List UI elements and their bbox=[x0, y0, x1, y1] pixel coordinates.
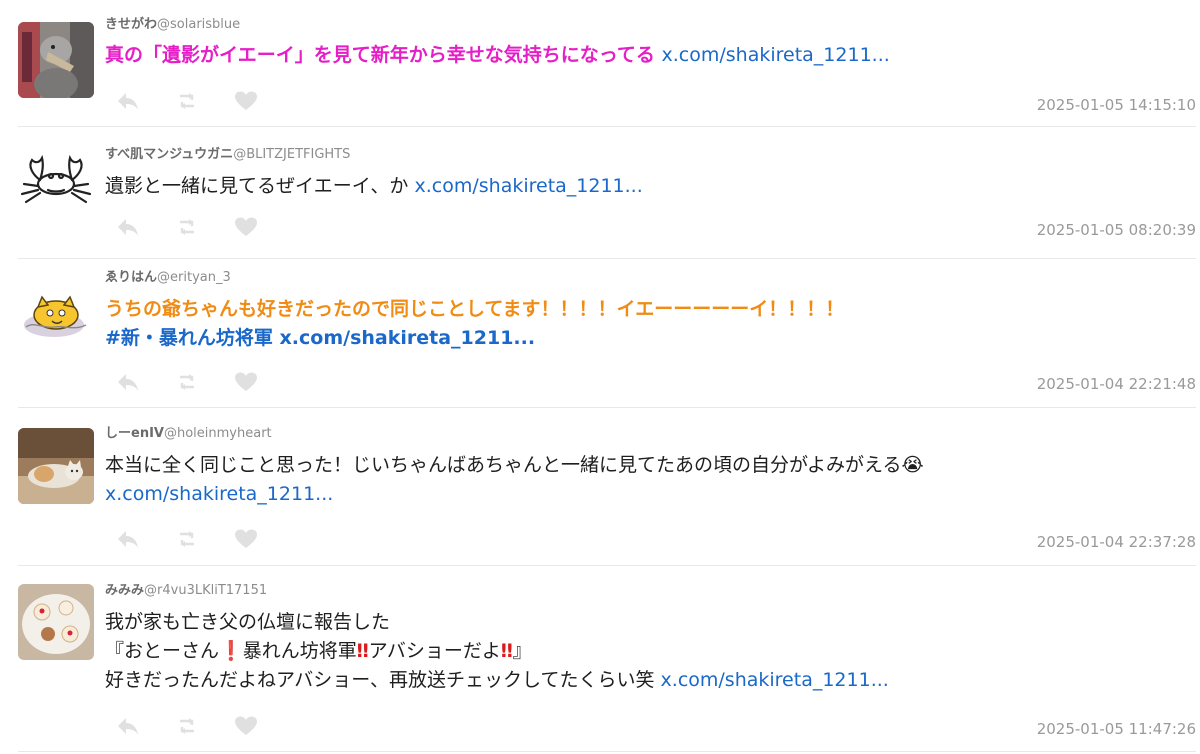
quote-middle: アバショーだよ bbox=[368, 640, 501, 662]
reply-button[interactable] bbox=[116, 715, 140, 737]
reply-button[interactable] bbox=[116, 90, 140, 112]
tweet-text: 本当に全く同じこと思った！じいちゃんばあちゃんと一緒に見てたあの頃の自分がよみが… bbox=[105, 451, 1192, 509]
heart-icon bbox=[235, 372, 258, 391]
tweet-actions bbox=[116, 715, 288, 737]
author-handle[interactable]: @r4vu3LKliT17151 bbox=[144, 583, 267, 598]
reply-button[interactable] bbox=[116, 371, 140, 393]
heart-icon bbox=[235, 529, 258, 548]
quote-end: 』 bbox=[512, 640, 532, 662]
like-button[interactable] bbox=[234, 528, 258, 550]
tweet-actions bbox=[116, 216, 288, 238]
reply-icon bbox=[118, 718, 138, 735]
tweet-item: きせがわ@solarisblue 真の「遺影がイエーイ」を見て新年から幸せな気持… bbox=[18, 14, 1196, 127]
author-handle[interactable]: @BLITZJETFIGHTS bbox=[233, 147, 350, 162]
exclamation-icon: ❗ bbox=[219, 640, 243, 662]
crying-emoji-icon: 😭 bbox=[901, 454, 924, 476]
tweet-body: 真の「遺影がイエーイ」を見て新年から幸せな気持ちになってる bbox=[105, 44, 655, 66]
author-meta: きせがわ@solarisblue bbox=[105, 17, 1192, 33]
reply-button[interactable] bbox=[116, 216, 140, 238]
like-button[interactable] bbox=[234, 90, 258, 112]
tweet-feed: きせがわ@solarisblue 真の「遺影がイエーイ」を見て新年から幸せな気持… bbox=[0, 0, 1200, 754]
retweet-icon bbox=[180, 718, 195, 734]
hashtag-link[interactable]: #新・暴れん坊将軍 bbox=[105, 327, 273, 349]
tweet-body: うちの爺ちゃんも好きだったので同じことしてます！！！！イエーーーーーイ！！！！ bbox=[105, 298, 845, 320]
author-name[interactable]: しーenIV bbox=[105, 426, 164, 441]
avatar-cat-photo bbox=[18, 428, 94, 504]
avatar-cat-illustration bbox=[18, 279, 94, 355]
double-exclamation-icon: ‼ bbox=[500, 640, 513, 662]
heart-icon bbox=[235, 91, 258, 110]
author-name[interactable]: みみみ bbox=[105, 583, 144, 598]
avatar[interactable] bbox=[18, 279, 94, 355]
heart-icon bbox=[235, 217, 258, 236]
retweet-button[interactable] bbox=[175, 216, 199, 238]
like-button[interactable] bbox=[234, 715, 258, 737]
tweet-actions bbox=[116, 528, 288, 550]
avatar[interactable] bbox=[18, 22, 94, 98]
author-handle[interactable]: @erityan_3 bbox=[157, 270, 231, 285]
double-exclamation-icon: ‼ bbox=[356, 640, 369, 662]
retweet-icon bbox=[180, 374, 195, 390]
author-meta: みみみ@r4vu3LKliT17151 bbox=[105, 583, 1192, 599]
tweet-line-1: 我が家も亡き父の仏壇に報告した bbox=[105, 611, 391, 633]
avatar-crab-image bbox=[18, 144, 94, 220]
tweet-actions bbox=[116, 371, 288, 393]
avatar[interactable] bbox=[18, 584, 94, 660]
tweet-link[interactable]: x.com/shakireta_1211... bbox=[280, 327, 536, 349]
timestamp[interactable]: 2025-01-05 08:20:39 bbox=[1037, 221, 1196, 239]
retweet-icon bbox=[180, 531, 195, 547]
avatar[interactable] bbox=[18, 144, 94, 220]
reply-button[interactable] bbox=[116, 528, 140, 550]
like-button[interactable] bbox=[234, 371, 258, 393]
author-handle[interactable]: @holeinmyheart bbox=[164, 426, 272, 441]
tweet-body: 遺影と一緒に見てるぜイエーイ、か bbox=[105, 175, 409, 197]
tweet-item: みみみ@r4vu3LKliT17151 我が家も亡き父の仏壇に報告した 『おとー… bbox=[18, 566, 1196, 752]
author-handle[interactable]: @solarisblue bbox=[157, 17, 240, 32]
tweet-link[interactable]: x.com/shakireta_1211... bbox=[662, 44, 890, 66]
tweet-link[interactable]: x.com/shakireta_1211... bbox=[661, 669, 889, 691]
reply-icon bbox=[118, 93, 138, 110]
author-meta: すべ肌マンジュウガニ@BLITZJETFIGHTS bbox=[105, 147, 1192, 163]
reply-icon bbox=[118, 531, 138, 548]
retweet-button[interactable] bbox=[175, 90, 199, 112]
timestamp[interactable]: 2025-01-05 11:47:26 bbox=[1037, 720, 1196, 738]
tweet-text: 真の「遺影がイエーイ」を見て新年から幸せな気持ちになってる x.com/shak… bbox=[105, 41, 1192, 70]
tweet-actions bbox=[116, 90, 288, 112]
author-name[interactable]: ゑりはん bbox=[105, 270, 157, 285]
author-name[interactable]: すべ肌マンジュウガニ bbox=[105, 147, 233, 162]
reply-icon bbox=[118, 374, 138, 391]
tweet-text: 我が家も亡き父の仏壇に報告した 『おとーさん❗暴れん坊将軍‼アバショーだよ‼』 … bbox=[105, 608, 1192, 695]
tweet-text: うちの爺ちゃんも好きだったので同じことしてます！！！！イエーーーーーイ！！！！ … bbox=[105, 295, 1192, 353]
tweet-text: 遺影と一緒に見てるぜイエーイ、か x.com/shakireta_1211... bbox=[105, 172, 1192, 201]
tweet-item: すべ肌マンジュウガニ@BLITZJETFIGHTS 遺影と一緒に見てるぜイエーイ… bbox=[18, 127, 1196, 259]
tweet-body: 本当に全く同じこと思った！じいちゃんばあちゃんと一緒に見てたあの頃の自分がよみが… bbox=[105, 454, 902, 476]
tweet-link[interactable]: x.com/shakireta_1211... bbox=[414, 175, 642, 197]
retweet-button[interactable] bbox=[175, 715, 199, 737]
author-meta: しーenIV@holeinmyheart bbox=[105, 426, 1192, 442]
author-meta: ゑりはん@erityan_3 bbox=[105, 270, 1192, 286]
avatar[interactable] bbox=[18, 428, 94, 504]
tweet-line-3: 好きだったんだよねアバショー、再放送チェックしてたくらい笑 bbox=[105, 669, 655, 691]
quote-start: 『おとーさん bbox=[105, 640, 220, 662]
tweet-line-2: 『おとーさん❗暴れん坊将軍‼アバショーだよ‼』 bbox=[105, 640, 532, 662]
reply-icon bbox=[118, 219, 138, 236]
retweet-icon bbox=[180, 93, 195, 109]
like-button[interactable] bbox=[234, 216, 258, 238]
retweet-icon bbox=[180, 219, 195, 235]
tweet-item: ゑりはん@erityan_3 うちの爺ちゃんも好きだったので同じことしてます！！… bbox=[18, 259, 1196, 408]
retweet-button[interactable] bbox=[175, 371, 199, 393]
author-name[interactable]: きせがわ bbox=[105, 17, 157, 32]
avatar-sweets-photo bbox=[18, 584, 94, 660]
tweet-item: しーenIV@holeinmyheart 本当に全く同じこと思った！じいちゃんば… bbox=[18, 408, 1196, 566]
timestamp[interactable]: 2025-01-04 22:21:48 bbox=[1037, 375, 1196, 393]
heart-icon bbox=[235, 716, 258, 735]
timestamp[interactable]: 2025-01-04 22:37:28 bbox=[1037, 533, 1196, 551]
avatar-shoebill-image bbox=[18, 22, 94, 98]
tweet-link[interactable]: x.com/shakireta_1211... bbox=[105, 483, 333, 505]
retweet-button[interactable] bbox=[175, 528, 199, 550]
timestamp[interactable]: 2025-01-05 14:15:10 bbox=[1037, 96, 1196, 114]
show-title: 暴れん坊将軍 bbox=[242, 640, 357, 662]
